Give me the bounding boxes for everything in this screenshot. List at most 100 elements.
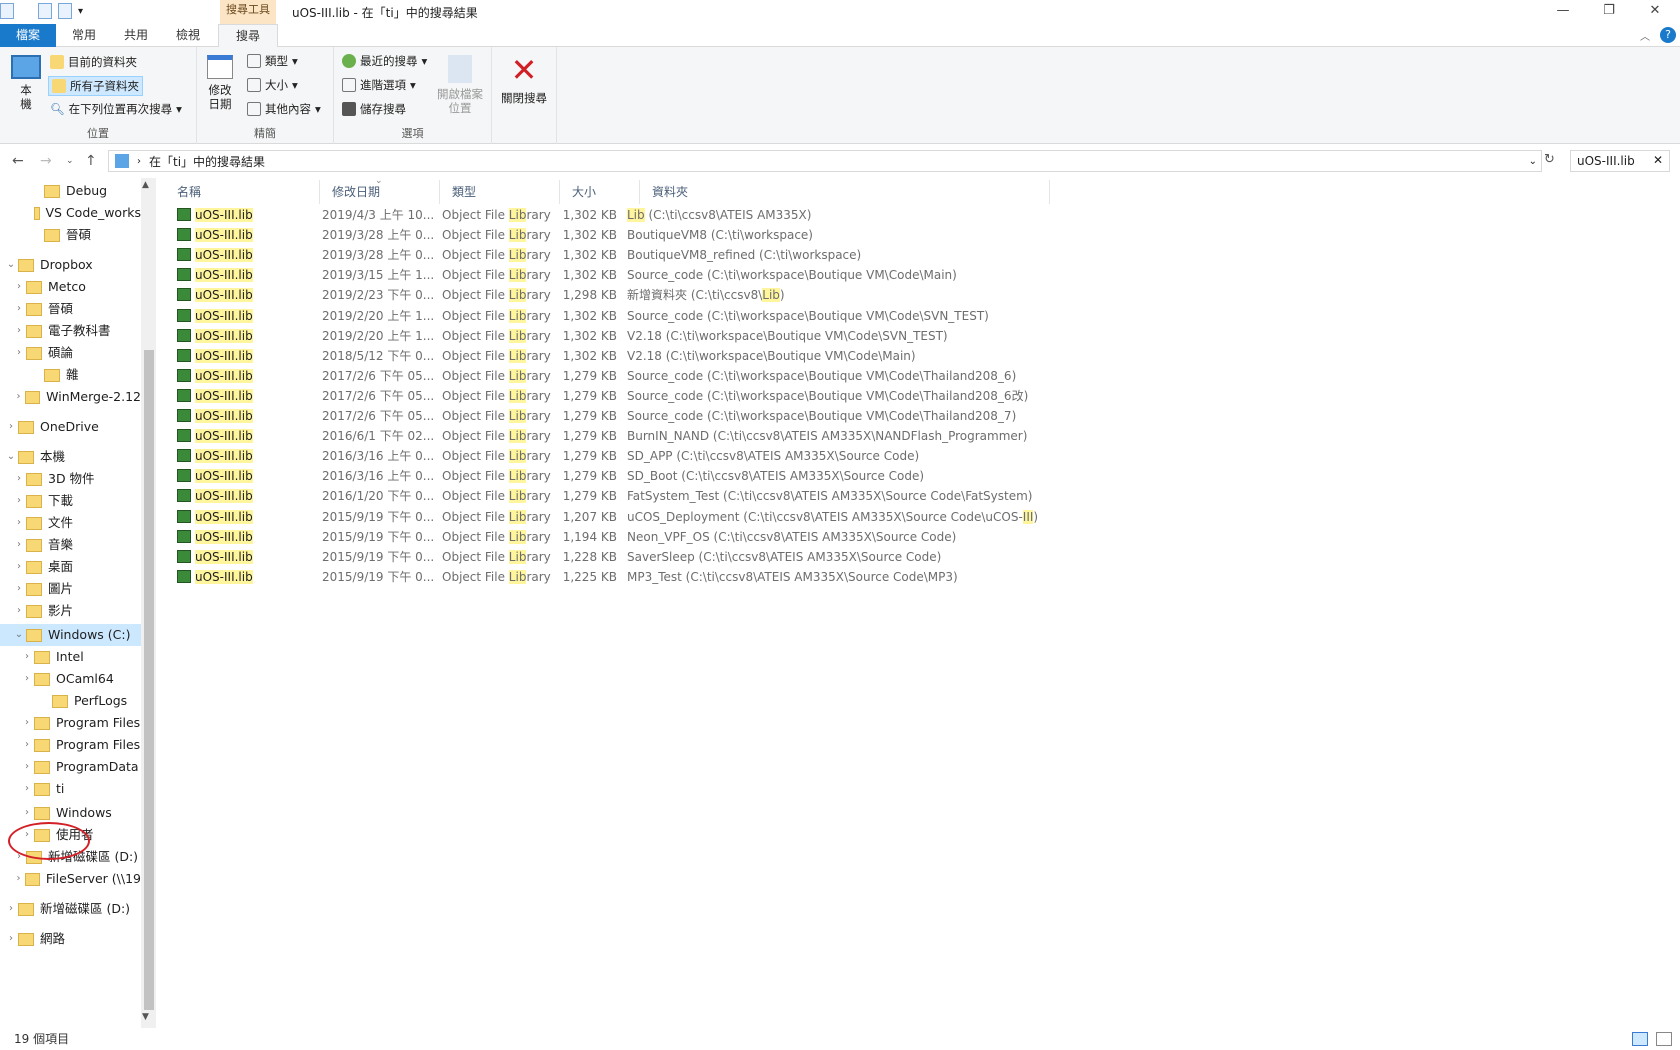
- refresh-icon[interactable]: ↻: [1544, 152, 1555, 167]
- collapsed-chevron-icon[interactable]: ›: [12, 600, 26, 622]
- nav-item[interactable]: › 文件: [0, 512, 141, 534]
- table-row[interactable]: uOS-III.lib 2015/9/19 下午 0... Object File …: [177, 567, 1037, 588]
- collapsed-chevron-icon[interactable]: ›: [4, 416, 18, 438]
- address-box[interactable]: › 在「ti」中的搜尋結果 ⌄: [108, 150, 1542, 172]
- large-icons-view-icon[interactable]: [1656, 1032, 1672, 1046]
- collapsed-chevron-icon[interactable]: ›: [12, 556, 26, 578]
- nav-item[interactable]: › Program Files: [0, 734, 141, 756]
- nav-item[interactable]: Debug: [0, 180, 141, 202]
- minimize-button[interactable]: —: [1540, 0, 1586, 24]
- tab-search[interactable]: 搜尋: [218, 24, 278, 48]
- nav-item[interactable]: › 3D 物件: [0, 468, 141, 490]
- table-row[interactable]: uOS-III.lib 2017/2/6 下午 05... Object File …: [177, 386, 1037, 407]
- table-row[interactable]: uOS-III.lib 2019/3/28 上午 0... Object File …: [177, 245, 1037, 266]
- table-row[interactable]: uOS-III.lib 2019/4/3 上午 10... Object File …: [177, 205, 1037, 226]
- nav-item[interactable]: › OneDrive: [0, 416, 141, 438]
- table-row[interactable]: uOS-III.lib 2016/1/20 下午 0... Object File …: [177, 486, 1037, 507]
- collapsed-chevron-icon[interactable]: ›: [12, 868, 25, 890]
- table-row[interactable]: uOS-III.lib 2019/3/15 上午 1... Object File …: [177, 265, 1037, 286]
- expanded-chevron-icon[interactable]: ⌄: [4, 254, 18, 276]
- advanced-options-button[interactable]: 進階選項 ▾: [342, 77, 416, 93]
- collapsed-chevron-icon[interactable]: ›: [12, 512, 26, 534]
- nav-item[interactable]: VS Code_works: [0, 202, 141, 224]
- nav-scrollbar-thumb[interactable]: [144, 350, 154, 1010]
- column-header-size[interactable]: 大小: [560, 180, 640, 204]
- collapsed-chevron-icon[interactable]: ›: [20, 802, 34, 824]
- collapsed-chevron-icon[interactable]: ›: [12, 276, 26, 298]
- breadcrumb[interactable]: 在「ti」中的搜尋結果: [149, 153, 265, 170]
- search-again-in-button[interactable]: 🔍︎ 在下列位置再次搜尋 ▾: [50, 101, 182, 117]
- table-row[interactable]: uOS-III.lib 2016/6/1 下午 02... Object File …: [177, 426, 1037, 447]
- table-row[interactable]: uOS-III.lib 2015/9/19 下午 0... Object File …: [177, 527, 1037, 548]
- restore-button[interactable]: ❐: [1586, 0, 1632, 24]
- nav-item[interactable]: › 網路: [0, 928, 141, 950]
- collapsed-chevron-icon[interactable]: ›: [12, 386, 25, 408]
- column-header-name[interactable]: 名稱: [165, 180, 320, 204]
- tab-file[interactable]: 檔案: [0, 24, 56, 47]
- nav-item[interactable]: › 桌面: [0, 556, 141, 578]
- nav-item[interactable]: › 碩論: [0, 342, 141, 364]
- collapsed-chevron-icon[interactable]: ›: [20, 756, 34, 778]
- new-folder-icon[interactable]: [58, 3, 72, 19]
- nav-item[interactable]: › 晉碩: [0, 298, 141, 320]
- column-header-folder[interactable]: 資料夾: [640, 180, 1050, 204]
- table-row[interactable]: uOS-III.lib 2018/5/12 下午 0... Object File …: [177, 346, 1037, 367]
- collapse-ribbon-icon[interactable]: ︿: [1640, 28, 1650, 43]
- current-folder-button[interactable]: 目前的資料夾: [50, 54, 137, 70]
- nav-item[interactable]: › Program Files: [0, 712, 141, 734]
- save-search-button[interactable]: 儲存搜尋: [342, 101, 406, 117]
- collapsed-chevron-icon[interactable]: ›: [20, 646, 34, 668]
- nav-item[interactable]: › FileServer (\\19: [0, 868, 141, 890]
- size-button[interactable]: 大小 ▾: [247, 77, 298, 93]
- nav-item[interactable]: › 圖片: [0, 578, 141, 600]
- clear-search-icon[interactable]: ✕: [1653, 153, 1663, 167]
- expanded-chevron-icon[interactable]: ⌄: [12, 624, 26, 646]
- collapsed-chevron-icon[interactable]: ›: [12, 578, 26, 600]
- tab-home[interactable]: 常用: [58, 24, 110, 47]
- up-arrow-icon[interactable]: ↑: [85, 153, 97, 169]
- nav-item[interactable]: ⌄ Dropbox: [0, 254, 141, 276]
- tab-view[interactable]: 檢視: [162, 24, 214, 47]
- collapsed-chevron-icon[interactable]: ›: [20, 712, 34, 734]
- table-row[interactable]: uOS-III.lib 2015/9/19 下午 0... Object File …: [177, 547, 1037, 568]
- table-row[interactable]: uOS-III.lib 2015/9/19 下午 0... Object File …: [177, 507, 1038, 528]
- collapsed-chevron-icon[interactable]: ›: [12, 342, 26, 364]
- collapsed-chevron-icon[interactable]: ›: [4, 928, 18, 950]
- table-row[interactable]: uOS-III.lib 2017/2/6 下午 05... Object File …: [177, 406, 1037, 427]
- this-pc-button[interactable]: 本機: [10, 55, 42, 111]
- nav-item[interactable]: › 音樂: [0, 534, 141, 556]
- tab-share[interactable]: 共用: [110, 24, 162, 47]
- nav-item[interactable]: › ProgramData: [0, 756, 141, 778]
- close-button[interactable]: ✕: [1632, 0, 1678, 24]
- collapsed-chevron-icon[interactable]: ›: [20, 778, 34, 800]
- table-row[interactable]: uOS-III.lib 2016/3/16 上午 0... Object File …: [177, 446, 1037, 467]
- nav-item[interactable]: 晉碩: [0, 224, 141, 246]
- nav-item[interactable]: › 下載: [0, 490, 141, 512]
- details-view-icon[interactable]: [1632, 1032, 1648, 1046]
- all-subfolders-button[interactable]: 所有子資料夾: [48, 76, 143, 96]
- collapsed-chevron-icon[interactable]: ›: [4, 898, 18, 920]
- collapsed-chevron-icon[interactable]: ›: [12, 298, 26, 320]
- nav-item[interactable]: ⌄ Windows (C:): [0, 624, 141, 646]
- nav-item[interactable]: › 電子教科書: [0, 320, 141, 342]
- nav-item[interactable]: PerfLogs: [0, 690, 141, 712]
- collapsed-chevron-icon[interactable]: ›: [12, 468, 26, 490]
- date-modified-button[interactable]: 修改日期: [205, 55, 235, 111]
- back-arrow-icon[interactable]: ←: [12, 153, 24, 169]
- column-header-type[interactable]: 類型: [440, 180, 560, 204]
- collapsed-chevron-icon[interactable]: ›: [20, 668, 34, 690]
- collapsed-chevron-icon[interactable]: ›: [12, 320, 26, 342]
- address-dropdown-icon[interactable]: ⌄: [1529, 156, 1537, 167]
- forward-arrow-icon[interactable]: →: [40, 153, 52, 169]
- nav-item[interactable]: › Intel: [0, 646, 141, 668]
- customize-chevron-icon[interactable]: ▾: [78, 6, 83, 17]
- nav-item[interactable]: › ti: [0, 778, 141, 800]
- nav-item[interactable]: › 新增磁碟區 (D:): [0, 898, 141, 920]
- other-properties-button[interactable]: 其他內容 ▾: [247, 101, 321, 117]
- nav-item[interactable]: › Metco: [0, 276, 141, 298]
- properties-icon[interactable]: [38, 3, 52, 19]
- table-row[interactable]: uOS-III.lib 2019/2/20 上午 1... Object File …: [177, 306, 1037, 327]
- recent-locations-chevron-icon[interactable]: ⌄: [66, 156, 74, 166]
- close-search-button[interactable]: ✕ 關閉搜尋: [498, 53, 550, 105]
- table-row[interactable]: uOS-III.lib 2019/3/28 上午 0... Object File …: [177, 225, 1037, 246]
